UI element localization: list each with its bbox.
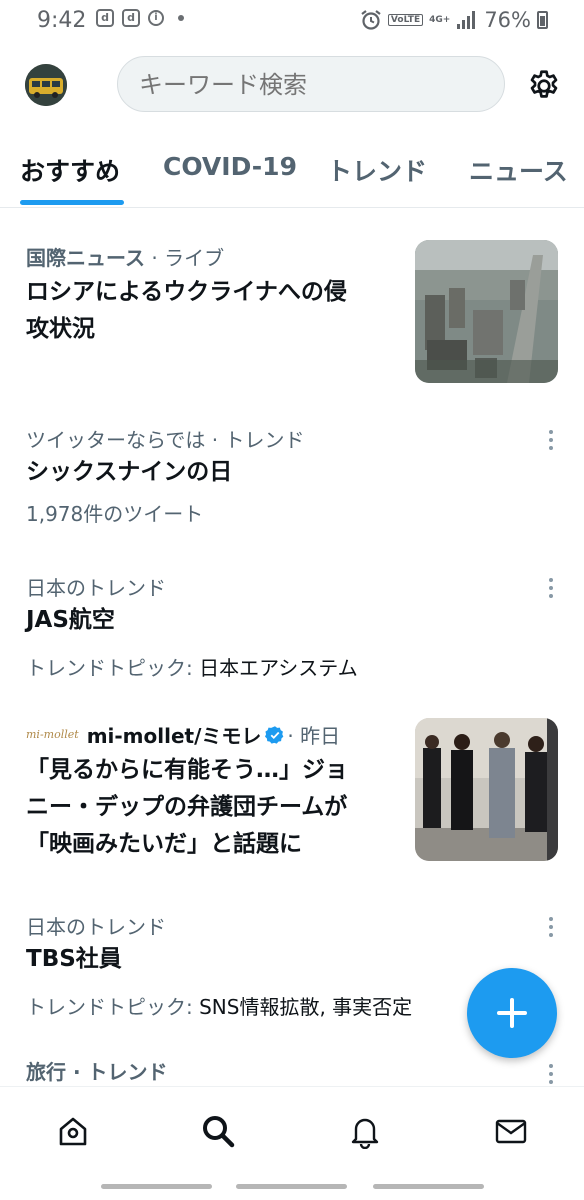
compose-tweet-button[interactable]: [467, 968, 557, 1058]
item-meta: ツイッターならでは · トレンド: [26, 428, 305, 452]
system-icons: VoLTE 4G+ 76%: [360, 8, 548, 32]
explore-tabs: おすすめ COVID-19 トレンド ニュース: [0, 140, 584, 208]
network-4g-icon: 4G+: [429, 14, 451, 25]
item-category: 国際ニュース: [26, 246, 145, 270]
trend-topic-label: トレンドトピック:: [26, 656, 200, 680]
gesture-handle-left: [101, 1184, 212, 1189]
source-name: mi-mollet/ミモレ: [86, 724, 262, 748]
item-meta: 旅行 · トレンド: [26, 1060, 168, 1084]
item-title: シックスナインの日: [26, 459, 233, 485]
item-source: mi-mollet mi-mollet/ミモレ · 昨日: [26, 720, 340, 749]
messages-envelope-icon[interactable]: [493, 1113, 529, 1149]
more-options-icon[interactable]: [544, 1062, 558, 1086]
trend-item-jas[interactable]: 日本のトレンド JAS航空 トレンドトピック: 日本エアシステム: [0, 568, 584, 680]
item-title: JAS航空: [26, 607, 115, 633]
news-thumbnail-image: [415, 718, 558, 861]
item-meta: 日本のトレンド: [26, 576, 166, 600]
tab-trends[interactable]: トレンド: [327, 152, 427, 188]
post-time: · 昨日: [287, 724, 341, 748]
more-notifications-dot-icon: [178, 15, 184, 21]
trend-topic-value: 日本エアシステム: [199, 656, 358, 680]
item-title: ロシアによるウクライナへの侵 攻状況: [26, 274, 347, 348]
battery-icon: [537, 11, 548, 29]
tab-covid19[interactable]: COVID-19: [163, 152, 297, 181]
notification-icons: d d i: [96, 9, 184, 27]
trend-item-travel[interactable]: 旅行 · トレンド: [0, 1056, 584, 1086]
trend-topic: トレンドトピック: SNS情報拡散, 事実否定: [26, 991, 412, 1020]
trend-item-69[interactable]: ツイッターならでは · トレンド シックスナインの日 1,978件のツイート: [0, 420, 584, 530]
item-title-line: ニー・デップの弁護団チームが: [26, 794, 348, 820]
item-live-label: · ライブ: [145, 246, 225, 270]
alarm-icon: [361, 10, 381, 30]
bottom-navigation: [0, 1086, 584, 1177]
settings-gear-icon[interactable]: [526, 68, 562, 104]
search-bar[interactable]: [117, 56, 505, 112]
item-meta: 日本のトレンド: [26, 915, 166, 939]
notification-d-icon: d: [96, 9, 114, 27]
more-options-icon[interactable]: [544, 576, 558, 600]
volte-icon: VoLTE: [387, 14, 424, 26]
explore-header: [0, 52, 584, 118]
battery-percent: 76%: [484, 8, 531, 32]
home-icon[interactable]: [55, 1113, 91, 1149]
item-meta: 国際ニュース · ライブ: [26, 242, 224, 271]
tab-news[interactable]: ニュース: [469, 152, 568, 188]
notification-d-icon: d: [122, 9, 140, 27]
avatar-image: [25, 64, 67, 106]
gesture-handle-center: [236, 1184, 347, 1189]
avatar[interactable]: [25, 64, 67, 106]
more-options-icon[interactable]: [544, 915, 558, 939]
verified-badge-icon: [265, 725, 284, 744]
tweet-count: 1,978件のツイート: [26, 502, 204, 526]
item-title-line: 攻状況: [26, 316, 95, 342]
item-title: TBS社員: [26, 946, 122, 972]
tab-recommended[interactable]: おすすめ: [20, 152, 120, 188]
item-title-line: ロシアによるウクライナへの侵: [26, 279, 347, 305]
signal-icon: [457, 11, 476, 29]
search-icon[interactable]: [200, 1113, 236, 1149]
source-logo: mi-mollet: [26, 728, 79, 741]
gesture-handle-right: [373, 1184, 484, 1189]
news-thumbnail-image: [415, 240, 558, 383]
news-item-ukraine[interactable]: 国際ニュース · ライブ ロシアによるウクライナへの侵 攻状況: [0, 236, 584, 396]
status-bar: 9:42 d d i VoLTE 4G+ 76%: [0, 0, 584, 40]
active-tab-indicator: [20, 200, 124, 205]
trend-topic-label: トレンドトピック:: [26, 995, 200, 1019]
status-time: 9:42: [37, 8, 87, 33]
trend-topic-value: SNS情報拡散, 事実否定: [199, 995, 413, 1019]
notifications-bell-icon[interactable]: [347, 1113, 383, 1149]
search-input[interactable]: [137, 70, 491, 100]
item-title: 「見るからに有能そう…」ジョ ニー・デップの弁護団チームが 「映画みたいだ」と話…: [26, 752, 348, 863]
more-options-icon[interactable]: [544, 428, 558, 452]
item-title-line: 「見るからに有能そう…」ジョ: [26, 757, 348, 783]
notification-info-icon: i: [148, 10, 164, 26]
news-item-johnny-depp[interactable]: mi-mollet mi-mollet/ミモレ · 昨日 「見るからに有能そう……: [0, 716, 584, 866]
item-title-line: 「映画みたいだ」と話題に: [26, 831, 302, 857]
trend-topic: トレンドトピック: 日本エアシステム: [26, 652, 358, 681]
